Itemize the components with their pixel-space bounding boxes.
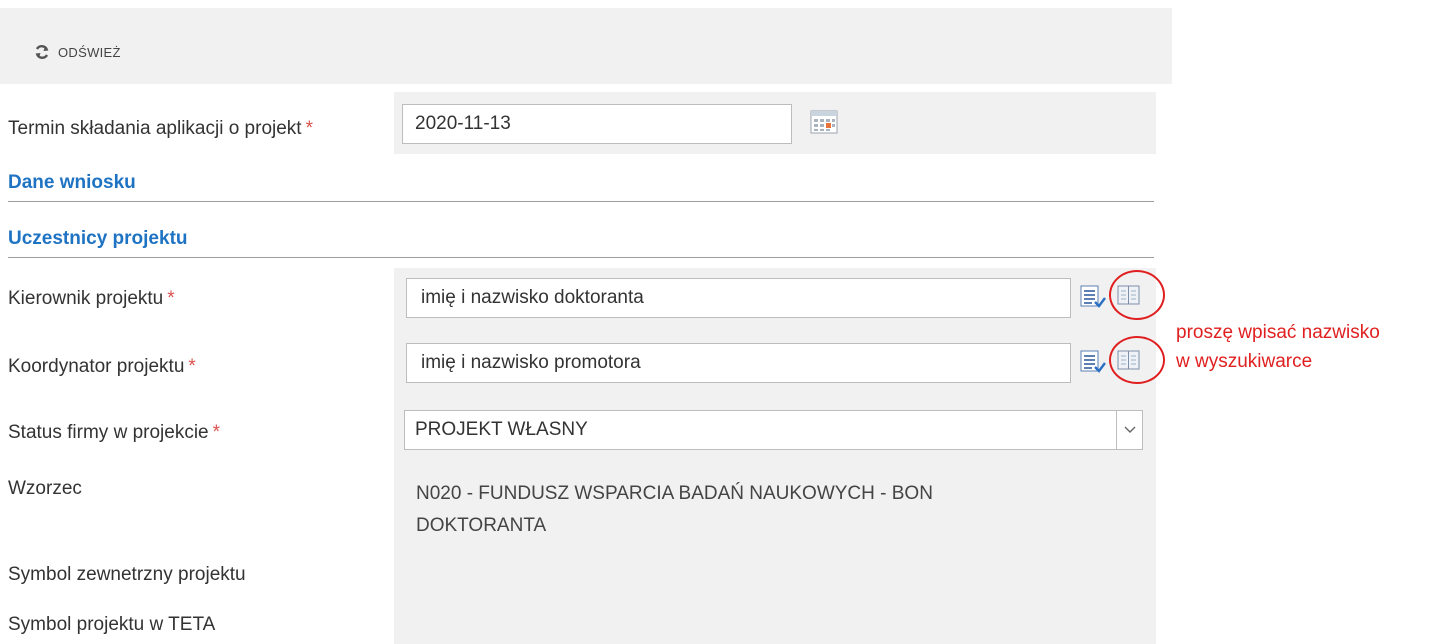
section-divider — [8, 257, 1154, 258]
teta-symbol-label: Symbol projektu w TETA — [8, 614, 216, 635]
coordinator-label: Koordynator projektu * — [8, 356, 196, 377]
section-title-application: Dane wniosku — [8, 172, 136, 193]
chevron-down-icon[interactable] — [1116, 411, 1142, 449]
annotation-note: proszę wpisać nazwisko w wyszukiwarce — [1176, 318, 1380, 376]
refresh-button[interactable]: ODŚWIEŻ — [34, 44, 121, 60]
required-marker: * — [188, 356, 196, 377]
company-status-value: PROJEKT WŁASNY — [415, 419, 588, 440]
required-marker: * — [305, 118, 313, 139]
list-select-icon[interactable] — [1080, 284, 1106, 310]
required-marker: * — [212, 422, 221, 443]
toolbar: ODŚWIEŻ — [0, 8, 1172, 84]
manager-input[interactable]: imię i nazwisko doktoranta — [406, 278, 1071, 318]
external-symbol-label: Symbol zewnetrzny projektu — [8, 564, 246, 585]
deadline-date-input[interactable]: 2020-11-13 — [402, 104, 792, 144]
required-marker: * — [167, 288, 175, 309]
annotation-circle — [1109, 270, 1165, 320]
section-title-participants: Uczestnicy projektu — [8, 228, 188, 249]
section-divider — [8, 201, 1154, 202]
template-value: N020 - FUNDUSZ WSPARCIA BADAŃ NAUKOWYCH … — [416, 483, 933, 536]
coordinator-input[interactable]: imię i nazwisko promotora — [406, 343, 1071, 383]
annotation-circle — [1109, 336, 1165, 384]
manager-label: Kierownik projektu * — [8, 288, 175, 309]
fields-panel — [394, 268, 1156, 644]
template-label: Wzorzec — [8, 478, 82, 499]
calendar-icon[interactable] — [810, 110, 838, 134]
company-status-select[interactable]: PROJEKT WŁASNY — [404, 410, 1143, 450]
refresh-icon — [35, 45, 49, 59]
deadline-label: Termin składania aplikacji o projekt * — [8, 118, 313, 139]
company-status-label: Status firmy w projekcie * — [8, 422, 221, 443]
list-select-icon[interactable] — [1080, 349, 1106, 375]
refresh-label: ODŚWIEŻ — [58, 44, 121, 60]
annotation-line: w wyszukiwarce — [1176, 351, 1313, 372]
annotation-line: proszę wpisać nazwisko — [1176, 322, 1380, 343]
